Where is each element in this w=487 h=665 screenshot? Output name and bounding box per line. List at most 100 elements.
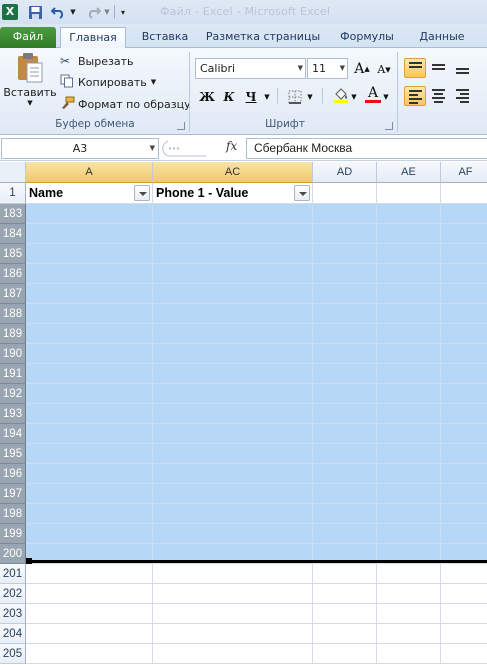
cell[interactable]: [26, 244, 153, 264]
cell[interactable]: [313, 624, 377, 644]
row-header-200[interactable]: 200: [0, 544, 26, 564]
cell[interactable]: [441, 584, 487, 604]
cell[interactable]: [26, 344, 153, 364]
cell[interactable]: [441, 464, 487, 484]
row-header-203[interactable]: 203: [0, 604, 26, 624]
cell[interactable]: [441, 224, 487, 244]
row-header-192[interactable]: 192: [0, 384, 26, 404]
cell[interactable]: [313, 584, 377, 604]
row-header-196[interactable]: 196: [0, 464, 26, 484]
cell[interactable]: [153, 284, 313, 304]
cell[interactable]: [377, 204, 441, 224]
cell[interactable]: [377, 384, 441, 404]
cell[interactable]: [313, 344, 377, 364]
cell[interactable]: [153, 364, 313, 384]
cell[interactable]: [441, 524, 487, 544]
cell[interactable]: [313, 604, 377, 624]
header-cell-name[interactable]: Name: [26, 183, 153, 204]
header-cell-af[interactable]: [441, 183, 487, 204]
cell[interactable]: [313, 444, 377, 464]
cell[interactable]: [313, 324, 377, 344]
cell[interactable]: [26, 264, 153, 284]
formula-input[interactable]: Сбербанк Москва: [246, 138, 487, 159]
copy-button[interactable]: Копировать ▼: [60, 74, 156, 90]
cell[interactable]: [26, 444, 153, 464]
cell[interactable]: [441, 564, 487, 584]
cell[interactable]: [313, 364, 377, 384]
cell[interactable]: [313, 204, 377, 224]
cell[interactable]: [153, 504, 313, 524]
undo-icon[interactable]: [48, 2, 70, 22]
cell[interactable]: [26, 284, 153, 304]
borders-dropdown-icon[interactable]: ▼: [305, 86, 315, 107]
cell[interactable]: [313, 404, 377, 424]
undo-dropdown-icon[interactable]: ▼: [68, 2, 78, 22]
align-middle-button[interactable]: [428, 58, 450, 78]
align-right-button[interactable]: [452, 86, 474, 106]
cell[interactable]: [441, 324, 487, 344]
cell[interactable]: [26, 424, 153, 444]
cell[interactable]: [441, 444, 487, 464]
cell[interactable]: [441, 304, 487, 324]
cell[interactable]: [313, 464, 377, 484]
cell[interactable]: [153, 404, 313, 424]
column-header-af[interactable]: AF: [441, 162, 487, 183]
cell[interactable]: [377, 504, 441, 524]
row-header-195[interactable]: 195: [0, 444, 26, 464]
row-header-1[interactable]: 1: [0, 183, 26, 204]
name-box[interactable]: A3 ▼: [1, 138, 159, 159]
underline-dropdown-icon[interactable]: ▼: [262, 86, 272, 107]
cell[interactable]: [153, 484, 313, 504]
column-header-ad[interactable]: AD: [313, 162, 377, 183]
cell[interactable]: [441, 604, 487, 624]
cell[interactable]: [377, 624, 441, 644]
cell[interactable]: [377, 644, 441, 664]
cell[interactable]: [313, 504, 377, 524]
column-header-a[interactable]: A: [26, 162, 153, 183]
cell[interactable]: [153, 264, 313, 284]
excel-icon[interactable]: X: [2, 4, 18, 20]
cell[interactable]: [377, 604, 441, 624]
cell[interactable]: [153, 624, 313, 644]
cell[interactable]: [441, 384, 487, 404]
row-header-198[interactable]: 198: [0, 504, 26, 524]
cell[interactable]: [441, 344, 487, 364]
cell[interactable]: [153, 424, 313, 444]
header-cell-ae[interactable]: [377, 183, 441, 204]
customize-qat-icon[interactable]: ▾: [117, 2, 129, 22]
cell[interactable]: [313, 524, 377, 544]
format-painter-button[interactable]: Формат по образцу: [60, 96, 191, 112]
cell[interactable]: [377, 344, 441, 364]
row-header-189[interactable]: 189: [0, 324, 26, 344]
row-header-188[interactable]: 188: [0, 304, 26, 324]
cell[interactable]: [313, 564, 377, 584]
cell[interactable]: [313, 284, 377, 304]
bold-button[interactable]: Ж: [196, 86, 218, 107]
redo-icon[interactable]: [82, 2, 104, 22]
row-header-187[interactable]: 187: [0, 284, 26, 304]
cell[interactable]: [377, 324, 441, 344]
redo-dropdown-icon[interactable]: ▼: [102, 2, 112, 22]
cell[interactable]: [26, 204, 153, 224]
align-center-button[interactable]: [428, 86, 450, 106]
cell[interactable]: [377, 484, 441, 504]
row-header-197[interactable]: 197: [0, 484, 26, 504]
row-header-183[interactable]: 183: [0, 204, 26, 224]
cell[interactable]: [377, 304, 441, 324]
cell[interactable]: [153, 604, 313, 624]
row-header-190[interactable]: 190: [0, 344, 26, 364]
row-header-201[interactable]: 201: [0, 564, 26, 584]
cut-button[interactable]: ✂ Вырезать: [60, 53, 133, 69]
cell[interactable]: [153, 464, 313, 484]
cell[interactable]: [313, 424, 377, 444]
row-header-191[interactable]: 191: [0, 364, 26, 384]
tab-formulas[interactable]: Формулы: [334, 27, 400, 48]
font-size-combo[interactable]: 11 ▼: [307, 58, 348, 79]
cell[interactable]: [313, 384, 377, 404]
cell[interactable]: [313, 244, 377, 264]
cell[interactable]: [153, 564, 313, 584]
cell[interactable]: [377, 364, 441, 384]
cell[interactable]: [377, 284, 441, 304]
tab-data[interactable]: Данные: [410, 27, 474, 48]
cell[interactable]: [441, 244, 487, 264]
